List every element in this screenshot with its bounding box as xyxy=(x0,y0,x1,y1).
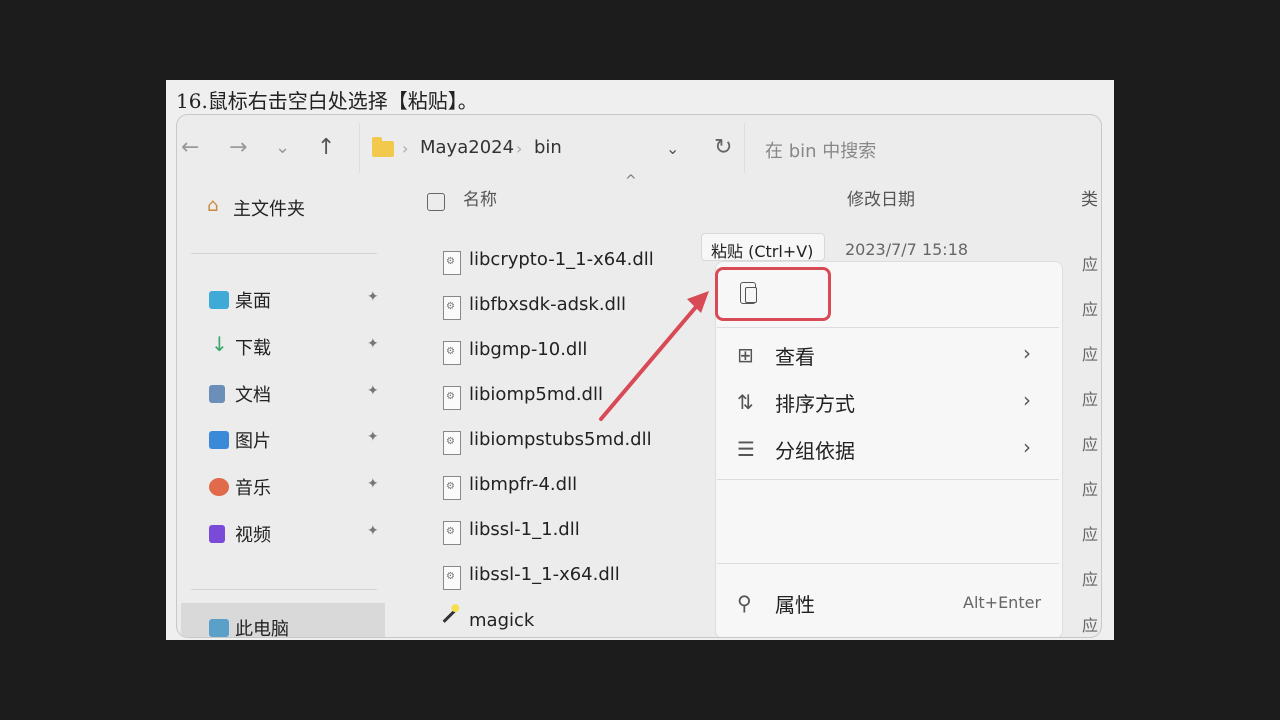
step-caption: 16.鼠标右击空白处选择【粘贴】。 xyxy=(176,89,478,113)
annotation-arrow xyxy=(599,291,709,421)
tutorial-slide: 16.鼠标右击空白处选择【粘贴】。 ← → ⌄ ↑ › Maya2024 › b… xyxy=(166,80,1114,640)
file-explorer-window: ← → ⌄ ↑ › Maya2024 › bin ⌄ ↻ 在 bin 中搜索 ⌂… xyxy=(176,114,1102,638)
